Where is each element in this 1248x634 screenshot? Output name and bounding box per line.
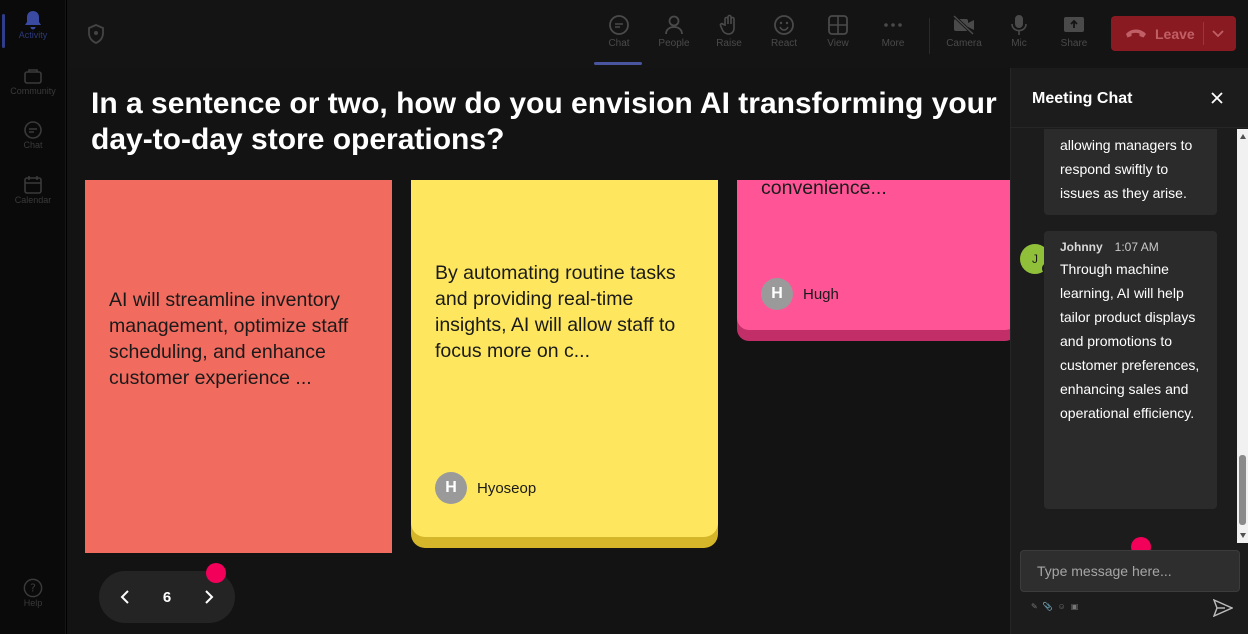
rail-item-community[interactable]: Community bbox=[0, 66, 66, 96]
send-icon[interactable] bbox=[1212, 598, 1234, 622]
chat-icon bbox=[23, 120, 43, 140]
mic-icon bbox=[1009, 12, 1029, 38]
card-author: H Hyoseop bbox=[435, 472, 536, 504]
help-icon: ? bbox=[23, 578, 43, 598]
toolbar-raise-button[interactable]: Raise bbox=[706, 12, 752, 49]
scroll-up-icon[interactable] bbox=[1239, 134, 1246, 139]
format-icon[interactable]: ✎ bbox=[1031, 602, 1038, 611]
rail-label: Help bbox=[23, 598, 43, 608]
shield-icon bbox=[87, 24, 105, 49]
toolbar-label: Share bbox=[1060, 38, 1088, 49]
leave-button[interactable]: Leave bbox=[1111, 16, 1236, 51]
question-title: In a sentence or two, how do you envisio… bbox=[91, 87, 997, 156]
toolbar-label: More bbox=[881, 38, 905, 49]
bell-icon bbox=[23, 10, 43, 30]
author-name: Hyoseop bbox=[477, 479, 537, 497]
avatar: H bbox=[761, 278, 793, 310]
author-name: Hugh bbox=[803, 285, 839, 303]
sender-name: Johnny bbox=[1060, 240, 1103, 254]
message-text: allowing managers to respond swiftly to … bbox=[1060, 137, 1193, 201]
close-icon[interactable] bbox=[1209, 90, 1225, 106]
toolbar-label: React bbox=[770, 38, 798, 49]
gif-icon[interactable]: ▣ bbox=[1071, 602, 1079, 611]
toolbar-camera-button[interactable]: Camera bbox=[941, 12, 987, 49]
chat-icon bbox=[608, 12, 630, 38]
emoji-icon[interactable]: ☺ bbox=[1058, 602, 1066, 611]
camera-off-icon bbox=[952, 12, 976, 38]
more-icon bbox=[882, 12, 904, 38]
left-rail: Activity Community Chat Calendar ? Help bbox=[0, 0, 66, 634]
chat-scrollbar[interactable] bbox=[1237, 129, 1248, 543]
toolbar-share-button[interactable]: Share bbox=[1051, 12, 1097, 49]
svg-text:?: ? bbox=[30, 582, 36, 595]
chevron-right-icon[interactable] bbox=[199, 587, 219, 607]
attach-icon[interactable]: 📎 bbox=[1043, 602, 1053, 611]
phone-hangup-icon bbox=[1125, 26, 1147, 42]
chat-title: Meeting Chat bbox=[1032, 90, 1133, 107]
toolbar-label: Raise bbox=[716, 38, 742, 49]
format-toolbar: ✎ 📎 ☺ ▣ bbox=[1031, 602, 1078, 611]
message-meta: Johnny 1:07 AM bbox=[1060, 239, 1201, 255]
activity-stage: In a sentence or two, how do you envisio… bbox=[67, 68, 1010, 634]
toolbar-divider bbox=[929, 18, 930, 54]
toolbar-react-button[interactable]: React bbox=[761, 12, 807, 49]
chat-messages[interactable]: allowing managers to respond swiftly to … bbox=[1011, 129, 1237, 543]
hand-icon bbox=[718, 12, 740, 38]
page-number: 6 bbox=[162, 589, 172, 606]
scroll-thumb[interactable] bbox=[1239, 455, 1246, 525]
rail-item-chat[interactable]: Chat bbox=[0, 120, 66, 150]
card-text: By automating routine tasks and providin… bbox=[435, 262, 676, 362]
toolbar-label: Mic bbox=[1011, 38, 1027, 49]
toolbar-label: View bbox=[827, 38, 849, 49]
avatar: H bbox=[435, 472, 467, 504]
smile-icon bbox=[773, 12, 795, 38]
toolbar-view-button[interactable]: View bbox=[815, 12, 861, 49]
toolbar-mic-button[interactable]: Mic bbox=[996, 12, 1042, 49]
response-card[interactable]: By automating routine tasks and providin… bbox=[411, 180, 718, 537]
rail-item-help[interactable]: ? Help bbox=[0, 578, 66, 608]
share-icon bbox=[1063, 12, 1085, 38]
chat-message: allowing managers to respond swiftly to … bbox=[1044, 129, 1217, 215]
response-card[interactable]: AI will streamline inventory management,… bbox=[85, 180, 392, 553]
community-icon bbox=[23, 66, 43, 86]
toolbar-more-button[interactable]: More bbox=[870, 12, 916, 49]
people-icon bbox=[663, 12, 685, 38]
rail-item-calendar[interactable]: Calendar bbox=[0, 175, 66, 205]
meeting-chat-panel: Meeting Chat allowing managers to respon… bbox=[1010, 68, 1248, 634]
chevron-left-icon[interactable] bbox=[115, 587, 135, 607]
card-text: convenience... bbox=[761, 177, 887, 199]
card-text: AI will streamline inventory management,… bbox=[109, 289, 349, 389]
rail-label: Community bbox=[10, 86, 56, 96]
grid-icon bbox=[827, 12, 849, 38]
scroll-down-icon[interactable] bbox=[1239, 533, 1246, 538]
toolbar-chat-button[interactable]: Chat bbox=[594, 12, 642, 65]
chat-message-input[interactable] bbox=[1020, 550, 1240, 592]
message-time: 1:07 AM bbox=[1114, 240, 1159, 254]
calendar-icon bbox=[23, 175, 43, 195]
rail-item-activity[interactable]: Activity bbox=[0, 10, 66, 48]
leave-divider bbox=[1203, 22, 1204, 45]
leave-label: Leave bbox=[1155, 25, 1195, 42]
chevron-down-icon[interactable] bbox=[1211, 26, 1225, 43]
toolbar-people-button[interactable]: People bbox=[651, 12, 697, 49]
toolbar-label: Camera bbox=[946, 38, 982, 49]
rail-label: Chat bbox=[23, 140, 43, 150]
toolbar-label: Chat bbox=[608, 38, 630, 49]
chat-message: Johnny 1:07 AM Through machine learning,… bbox=[1044, 231, 1217, 509]
meeting-toolbar: Chat People Raise React View More Camera… bbox=[67, 0, 1248, 68]
card-author: H Hugh bbox=[761, 278, 839, 310]
toolbar-label: People bbox=[658, 38, 690, 49]
rail-label: Activity bbox=[18, 30, 48, 40]
message-text: Through machine learning, AI will help t… bbox=[1060, 261, 1200, 421]
chat-header: Meeting Chat bbox=[1011, 68, 1248, 128]
click-indicator-dot bbox=[206, 563, 226, 583]
rail-label: Calendar bbox=[14, 195, 52, 205]
response-card[interactable]: convenience... H Hugh bbox=[737, 177, 1010, 330]
